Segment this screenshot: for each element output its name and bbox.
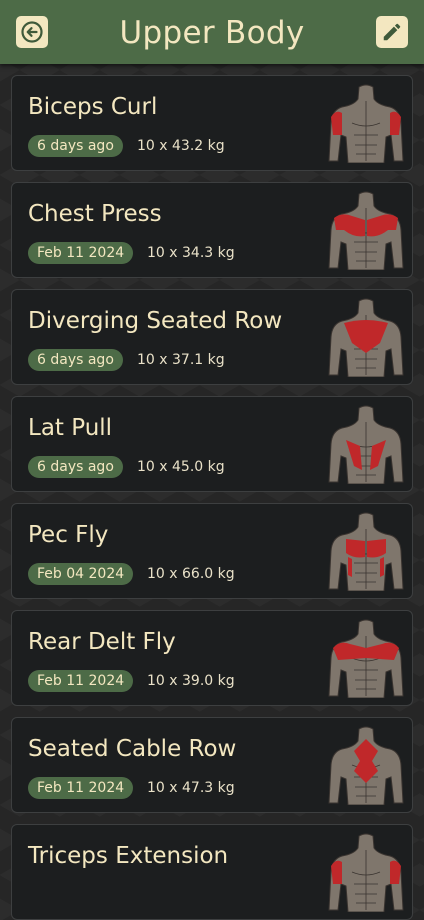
pencil-icon bbox=[383, 23, 401, 41]
exercise-card[interactable]: Biceps Curl 6 days ago 10 x 43.2 kg bbox=[11, 75, 413, 171]
set-detail: 10 x 39.0 kg bbox=[147, 673, 235, 689]
muscle-diagram-icon bbox=[328, 726, 404, 805]
page-title: Upper Body bbox=[119, 15, 305, 51]
last-done-badge: Feb 11 2024 bbox=[28, 777, 134, 799]
edit-button[interactable] bbox=[376, 16, 408, 48]
muscle-diagram-icon bbox=[328, 84, 404, 163]
exercise-name: Biceps Curl bbox=[28, 94, 158, 120]
exercise-card[interactable]: Seated Cable Row Feb 11 2024 10 x 47.3 kg bbox=[11, 717, 413, 813]
muscle-diagram-icon bbox=[328, 191, 404, 270]
back-button[interactable] bbox=[16, 16, 48, 48]
exercise-card[interactable]: Diverging Seated Row 6 days ago 10 x 37.1 … bbox=[11, 289, 413, 385]
set-detail: 10 x 45.0 kg bbox=[137, 459, 225, 475]
last-done-badge: 6 days ago bbox=[28, 135, 123, 157]
last-done-badge: Feb 11 2024 bbox=[28, 242, 134, 264]
muscle-diagram-icon bbox=[328, 833, 404, 912]
last-done-badge: 6 days ago bbox=[28, 349, 123, 371]
exercise-name: Chest Press bbox=[28, 201, 162, 227]
set-detail: 10 x 34.3 kg bbox=[147, 245, 235, 261]
app-header: Upper Body bbox=[0, 0, 424, 64]
set-detail: 10 x 37.1 kg bbox=[137, 352, 225, 368]
exercise-name: Pec Fly bbox=[28, 522, 109, 548]
exercise-card[interactable]: Rear Delt Fly Feb 11 2024 10 x 39.0 kg bbox=[11, 610, 413, 706]
exercise-name: Triceps Extension bbox=[28, 843, 229, 869]
muscle-diagram-icon bbox=[328, 405, 404, 484]
exercise-card[interactable]: Triceps Extension bbox=[11, 824, 413, 920]
exercise-name: Lat Pull bbox=[28, 415, 113, 441]
exercise-name: Diverging Seated Row bbox=[28, 308, 283, 334]
exercise-card[interactable]: Chest Press Feb 11 2024 10 x 34.3 kg bbox=[11, 182, 413, 278]
last-done-badge: Feb 11 2024 bbox=[28, 670, 134, 692]
set-detail: 10 x 47.3 kg bbox=[147, 780, 235, 796]
muscle-diagram-icon bbox=[328, 512, 404, 591]
exercise-name: Seated Cable Row bbox=[28, 736, 237, 762]
muscle-diagram-icon bbox=[328, 298, 404, 377]
last-done-badge: 6 days ago bbox=[28, 456, 123, 478]
last-done-badge: Feb 04 2024 bbox=[28, 563, 134, 585]
exercise-card[interactable]: Pec Fly Feb 04 2024 10 x 66.0 kg bbox=[11, 503, 413, 599]
muscle-diagram-icon bbox=[328, 619, 404, 698]
set-detail: 10 x 43.2 kg bbox=[137, 138, 225, 154]
set-detail: 10 x 66.0 kg bbox=[147, 566, 235, 582]
exercise-name: Rear Delt Fly bbox=[28, 629, 176, 655]
exercise-card[interactable]: Lat Pull 6 days ago 10 x 45.0 kg bbox=[11, 396, 413, 492]
arrow-left-circle-icon bbox=[21, 21, 43, 43]
